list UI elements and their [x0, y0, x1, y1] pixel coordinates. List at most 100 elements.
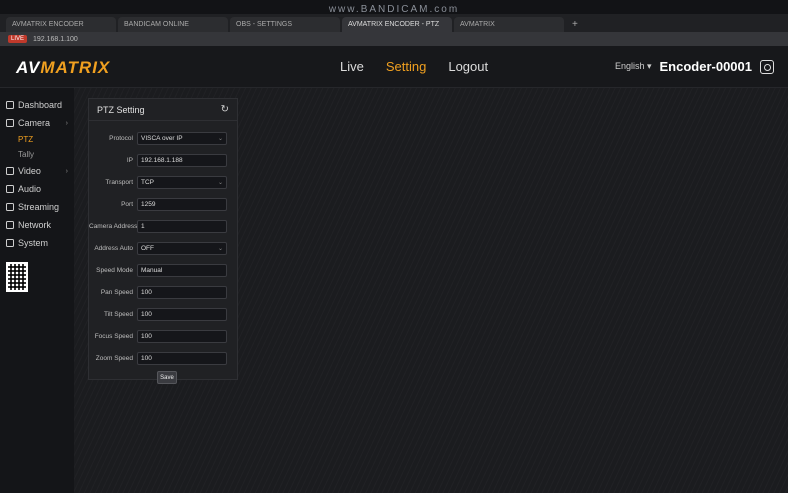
- select-field[interactable]: VISCA over IP ⌄: [137, 131, 227, 145]
- field-label: Pan Speed: [100, 288, 133, 296]
- header-right: English ▾ Encoder-00001: [615, 59, 774, 74]
- nav-live[interactable]: Live: [340, 59, 364, 74]
- input-field[interactable]: 192.168.1.188: [137, 153, 227, 167]
- sidebar-item-label: Camera: [18, 118, 51, 128]
- browser-tab[interactable]: AVMATRIX ENCODER: [6, 17, 116, 32]
- field-label: Transport: [105, 178, 133, 186]
- save-row: Save: [89, 371, 237, 384]
- address-text[interactable]: 192.168.1.100: [33, 36, 78, 43]
- network-icon: [6, 221, 14, 229]
- top-nav: Live Setting Logout: [340, 59, 488, 74]
- field-value: 100: [141, 310, 152, 318]
- input-field[interactable]: 100: [137, 285, 227, 299]
- field-value: 1: [141, 222, 145, 230]
- input-field[interactable]: 100: [137, 329, 227, 343]
- browser-tab-strip: AVMATRIX ENCODER BANDICAM ONLINE OBS - SET…: [0, 14, 788, 32]
- qr-code: [6, 262, 28, 292]
- sidebar-item-label: Dashboard: [18, 100, 63, 110]
- ptz-form: Protocol VISCA over IP ⌄ IP 192.168.1.188 Tra…: [89, 121, 237, 367]
- sidebar-item-system[interactable]: System: [0, 234, 74, 252]
- new-tab-button[interactable]: +: [566, 19, 584, 32]
- field-value: 100: [141, 332, 152, 340]
- sidebar-item-audio[interactable]: Audio: [0, 180, 74, 198]
- input-field[interactable]: 100: [137, 351, 227, 365]
- input-field[interactable]: 1: [137, 219, 227, 233]
- form-row: Focus Speed 100: [89, 327, 229, 345]
- field-value: Manual: [141, 266, 163, 274]
- form-row: Speed Mode Manual: [89, 261, 229, 279]
- form-row: Protocol VISCA over IP ⌄: [89, 129, 229, 147]
- main-content: PTZ Setting ↻ Protocol VISCA over IP ⌄ IP 19…: [74, 88, 788, 493]
- ptz-setting-panel: PTZ Setting ↻ Protocol VISCA over IP ⌄ IP 19…: [88, 98, 238, 384]
- sidebar-item-label: Video: [18, 166, 41, 176]
- form-row: Zoom Speed 100: [89, 349, 229, 367]
- logo-accent-text: MATRIX: [40, 58, 111, 77]
- dashboard-icon: [6, 101, 14, 109]
- device-name: Encoder-00001: [659, 59, 753, 74]
- browser-tab[interactable]: OBS - SETTINGS: [230, 17, 340, 32]
- field-label: Focus Speed: [94, 332, 133, 340]
- form-row: Pan Speed 100: [89, 283, 229, 301]
- sidebar-item-network[interactable]: Network: [0, 216, 74, 234]
- field-label: Tilt Speed: [103, 310, 133, 318]
- sidebar-item-label: Streaming: [18, 202, 60, 212]
- form-row: Tilt Speed 100: [89, 305, 229, 323]
- browser-tab[interactable]: AVMATRIX ENCODER - PTZ: [342, 17, 452, 32]
- audio-icon: [6, 185, 14, 193]
- field-value: 100: [141, 288, 152, 296]
- browser-tab[interactable]: AVMATRIX: [454, 17, 564, 32]
- chevron-down-icon: ⌄: [217, 245, 223, 252]
- select-field[interactable]: OFF ⌄: [137, 241, 227, 255]
- language-select[interactable]: English ▾: [615, 61, 652, 72]
- sidebar-item-label: Network: [18, 220, 52, 230]
- field-value: VISCA over IP: [141, 134, 183, 142]
- system-icon: [6, 239, 14, 247]
- chevron-icon: ›: [65, 167, 68, 175]
- form-row: Address Auto OFF ⌄: [89, 239, 229, 257]
- field-value: 1259: [141, 200, 156, 208]
- field-label: Protocol: [109, 134, 133, 142]
- input-field[interactable]: Manual: [137, 263, 227, 277]
- field-label: Address Auto: [94, 244, 133, 252]
- chevron-down-icon: ⌄: [217, 135, 223, 142]
- streaming-icon: [6, 203, 14, 211]
- field-label: Camera Address: [89, 222, 138, 230]
- sidebar-item-video[interactable]: Video ›: [0, 162, 74, 180]
- field-label: Zoom Speed: [95, 354, 133, 362]
- form-row: IP 192.168.1.188: [89, 151, 229, 169]
- browser-tab[interactable]: BANDICAM ONLINE: [118, 17, 228, 32]
- panel-title: PTZ Setting: [97, 104, 145, 115]
- sidebar-item-dashboard[interactable]: Dashboard: [0, 96, 74, 114]
- logo-main-text: AV: [16, 58, 41, 77]
- field-value: OFF: [141, 244, 154, 252]
- sidebar-subitem-ptz[interactable]: PTZ: [0, 132, 74, 147]
- form-row: Transport TCP ⌄: [89, 173, 229, 191]
- input-field[interactable]: 100: [137, 307, 227, 321]
- nav-setting[interactable]: Setting: [386, 59, 426, 74]
- form-row: Port 1259: [89, 195, 229, 213]
- panel-header: PTZ Setting ↻: [89, 99, 237, 121]
- bandicam-watermark: www.BANDICAM.com: [328, 4, 460, 15]
- sidebar-item-streaming[interactable]: Streaming: [0, 198, 74, 216]
- sidebar-item-label: Audio: [18, 184, 42, 194]
- form-row: Camera Address 1: [89, 217, 229, 235]
- refresh-icon[interactable]: ↻: [221, 104, 229, 115]
- sidebar-item-camera[interactable]: Camera ›: [0, 114, 74, 132]
- nav-logout[interactable]: Logout: [448, 59, 488, 74]
- save-button[interactable]: Save: [157, 371, 177, 384]
- sidebar-item-label: System: [18, 238, 49, 248]
- address-bar[interactable]: LIVE 192.168.1.100: [0, 32, 788, 46]
- video-icon: [6, 167, 14, 175]
- field-value: 100: [141, 354, 152, 362]
- chevron-down-icon: ⌄: [217, 179, 223, 186]
- select-field[interactable]: TCP ⌄: [137, 175, 227, 189]
- field-value: 192.168.1.188: [141, 156, 183, 164]
- input-field[interactable]: 1259: [137, 197, 227, 211]
- sync-icon[interactable]: [760, 59, 774, 74]
- app-header: AVMATRIX Live Setting Logout English ▾ Enc…: [0, 46, 788, 88]
- field-value: TCP: [141, 178, 154, 186]
- field-label: IP: [126, 156, 133, 164]
- sidebar-subitem-tally[interactable]: Tally: [0, 147, 74, 162]
- field-label: Port: [121, 200, 133, 208]
- sidebar: Dashboard Camera › PTZ Tally Video › Audio Strea…: [0, 88, 74, 493]
